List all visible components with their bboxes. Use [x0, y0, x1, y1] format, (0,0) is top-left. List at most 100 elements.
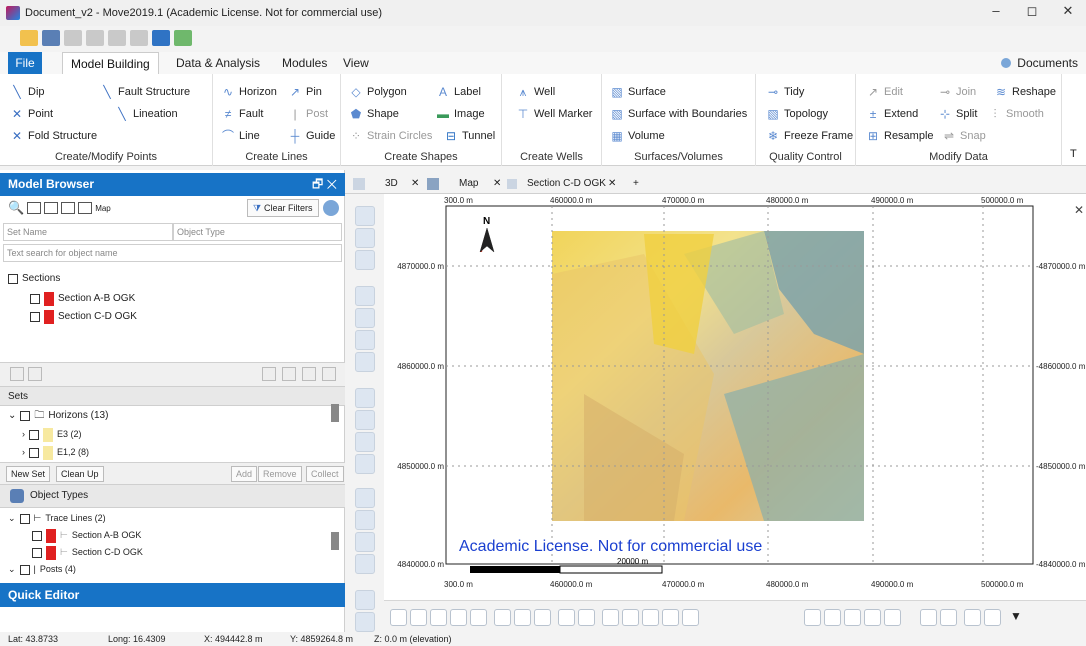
shape-tool-icon[interactable]: [355, 432, 375, 452]
horizons-group[interactable]: ⌄ 🗀 Horizons (13): [8, 407, 108, 424]
layout-icon-2[interactable]: [940, 609, 957, 626]
panel-controls[interactable]: 🗗 ✕: [312, 173, 337, 196]
page-icon-2[interactable]: [578, 609, 595, 626]
horizon-button[interactable]: ∿ Horizon: [221, 82, 277, 102]
tab-map[interactable]: Map: [459, 174, 478, 194]
freeze-frame-button[interactable]: ❄ Freeze Frame: [766, 126, 853, 146]
fit-icon[interactable]: [964, 609, 981, 626]
tool-icon[interactable]: [282, 367, 296, 381]
delete-icon[interactable]: [130, 30, 148, 46]
resample-button[interactable]: ⊞ Resample: [866, 126, 934, 146]
horizons-checkbox[interactable]: [20, 410, 31, 421]
view-menu-icon[interactable]: [353, 178, 365, 190]
volume-button[interactable]: ▦ Volume: [610, 126, 664, 146]
post-button[interactable]: | Post: [288, 104, 328, 124]
strain-circles-button[interactable]: ⁘ Strain Circles: [349, 126, 432, 146]
layout-icon[interactable]: [152, 30, 170, 46]
scrollbar-thumb[interactable]: [331, 404, 339, 422]
zoom-in-icon[interactable]: [824, 609, 841, 626]
cut-icon[interactable]: [64, 30, 82, 46]
chevron-down-icon[interactable]: ⌄: [8, 407, 16, 424]
pin-button[interactable]: ↗ Pin: [288, 82, 322, 102]
add-tab-button[interactable]: +: [633, 174, 639, 194]
select-icon[interactable]: [390, 609, 407, 626]
clean-up-button[interactable]: Clean Up: [56, 466, 104, 482]
well-view-icon[interactable]: [534, 609, 551, 626]
posts-checkbox[interactable]: [19, 564, 30, 575]
section-ab-checkbox[interactable]: [30, 293, 40, 304]
add-node-tool-icon[interactable]: [355, 286, 375, 306]
tab-3d-close-icon[interactable]: ✕: [411, 174, 419, 194]
chevron-down-icon[interactable]: ⌄: [8, 561, 16, 578]
close-button[interactable]: ✕: [1050, 0, 1086, 26]
fault-structure-button[interactable]: ╲ Fault Structure: [100, 82, 190, 102]
list-item[interactable]: › E3 (2): [22, 426, 82, 443]
sections-header[interactable]: Sections: [8, 270, 60, 287]
lasso-tool-icon[interactable]: [355, 228, 375, 248]
crosshair-icon[interactable]: [622, 609, 639, 626]
tool-icon[interactable]: [262, 367, 276, 381]
list-view-icon-2[interactable]: [44, 202, 59, 214]
list-item[interactable]: Section C-D OGK: [30, 308, 137, 325]
e12-checkbox[interactable]: [29, 447, 39, 458]
tab-file[interactable]: File: [8, 52, 42, 74]
image-button[interactable]: ▬ Image: [436, 104, 485, 124]
grid-icon[interactable]: [662, 609, 679, 626]
move-tool-icon[interactable]: [355, 250, 375, 270]
list-item[interactable]: ⊢ Section A-B OGK: [32, 527, 141, 544]
guide-button[interactable]: ┼ Guide: [288, 126, 336, 146]
sets-header[interactable]: Sets: [0, 386, 345, 406]
remove-button[interactable]: Remove: [258, 466, 302, 482]
tunnel-button[interactable]: ⊟ Tunnel: [444, 126, 495, 146]
edit-button[interactable]: ↗ Edit: [866, 82, 903, 102]
documents-button[interactable]: Documents: [1001, 52, 1078, 74]
cube-icon[interactable]: [450, 609, 467, 626]
pen-tool-icon[interactable]: [355, 488, 375, 508]
sections-checkbox[interactable]: [8, 273, 18, 284]
collect-button[interactable]: Collect: [306, 466, 344, 482]
tool-icon[interactable]: [28, 367, 42, 381]
palette-icon[interactable]: [174, 30, 192, 46]
trace-ab-checkbox[interactable]: [32, 530, 42, 541]
well-button[interactable]: ⩚ Well: [516, 82, 556, 102]
image-tool-icon[interactable]: [355, 352, 375, 372]
tab-view[interactable]: View: [335, 52, 377, 74]
split-button[interactable]: ⊹ Split: [938, 104, 977, 124]
dip-button[interactable]: ╲ Dip: [10, 82, 44, 102]
label-button[interactable]: A Label: [436, 82, 481, 102]
search-icon[interactable]: 🔍: [8, 200, 24, 216]
tab-3d[interactable]: 3D: [385, 174, 398, 194]
copy-icon[interactable]: [86, 30, 104, 46]
extend-button[interactable]: ± Extend: [866, 104, 919, 124]
circle-icon[interactable]: [494, 609, 511, 626]
paint-tool-icon[interactable]: [355, 454, 375, 474]
tab-model-building[interactable]: Model Building: [62, 52, 159, 74]
axis-icon[interactable]: [642, 609, 659, 626]
dropdown-icon[interactable]: [904, 609, 914, 626]
open-icon[interactable]: [20, 30, 38, 46]
object-types-header[interactable]: Object Types: [0, 484, 345, 508]
page-icon[interactable]: [558, 609, 575, 626]
point-button[interactable]: ✕ Point: [10, 104, 53, 124]
pan-icon[interactable]: [884, 609, 901, 626]
rotate-tool-icon[interactable]: [355, 388, 375, 408]
list-view-icon-4[interactable]: [78, 202, 93, 214]
list-view-icon[interactable]: [27, 202, 42, 214]
list-item[interactable]: › E1,2 (8): [22, 444, 89, 461]
set-name-field[interactable]: Set Name: [3, 223, 173, 241]
frame-tool-icon[interactable]: [355, 410, 375, 430]
list-item[interactable]: ⊢ Section C-D OGK: [32, 544, 143, 561]
surface-button[interactable]: ▧ Surface: [610, 82, 666, 102]
ruler-icon[interactable]: [602, 609, 619, 626]
pointer-tool-icon[interactable]: [355, 308, 375, 328]
tidy-button[interactable]: ⊸ Tidy: [766, 82, 804, 102]
layout-icon[interactable]: [920, 609, 937, 626]
snap-icon[interactable]: [430, 609, 447, 626]
zoom-tool-icon[interactable]: [355, 590, 375, 610]
trace-cd-checkbox[interactable]: [32, 547, 42, 558]
lineation-button[interactable]: ╲ Lineation: [115, 104, 177, 124]
minimize-button[interactable]: –: [978, 0, 1014, 26]
reshape-button[interactable]: ≋ Reshape: [994, 82, 1056, 102]
clear-filters-button[interactable]: ⧩ Clear Filters: [247, 199, 319, 217]
overflow-chevron-icon[interactable]: ▼: [1010, 609, 1027, 626]
